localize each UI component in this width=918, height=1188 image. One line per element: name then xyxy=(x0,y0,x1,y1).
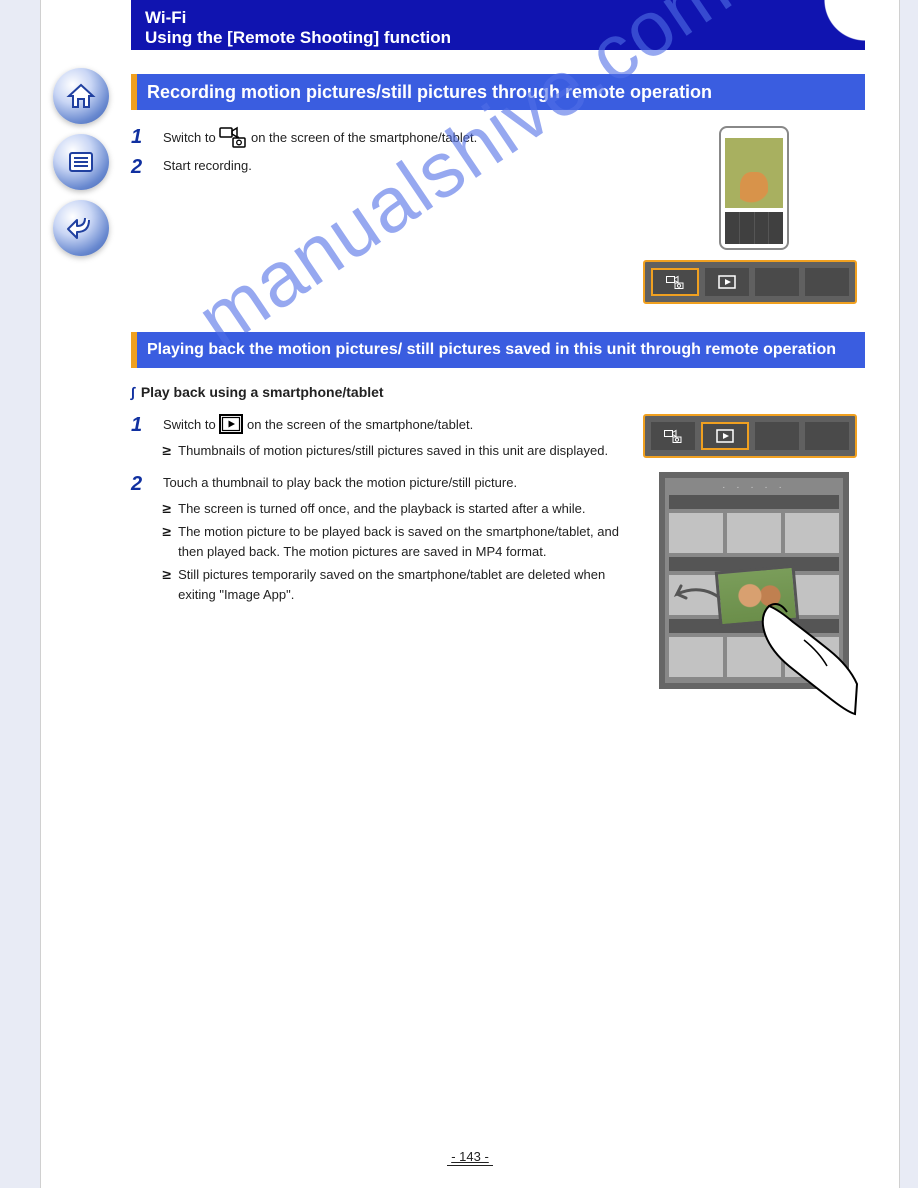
tab-blank-1[interactable] xyxy=(755,422,799,450)
step-text: Start recording. xyxy=(163,156,625,177)
camera-rec-icon xyxy=(219,126,247,148)
diamond-icon: ∫ xyxy=(131,384,135,400)
home-button[interactable] xyxy=(53,68,109,124)
step-number: 2 xyxy=(131,156,153,177)
tab-playback[interactable] xyxy=(705,268,749,296)
playback-subheading: ∫ Play back using a smartphone/tablet xyxy=(131,384,901,400)
bullet-item: Still pictures temporarily saved on the … xyxy=(163,565,625,604)
tab-record[interactable] xyxy=(651,422,695,450)
step-text: Switch to xyxy=(163,417,219,432)
step-text: on the screen of the smartphone/tablet. xyxy=(251,130,477,145)
section-header-recording: Recording motion pictures/still pictures… xyxy=(131,74,865,110)
camera-rec-icon xyxy=(666,275,684,289)
chapter-label: Wi-Fi xyxy=(145,8,851,28)
section-header-playback: Playing back the motion pictures/ still … xyxy=(131,332,865,368)
tab-blank-1[interactable] xyxy=(755,268,799,296)
step-number: 1 xyxy=(131,414,153,465)
bullet-item: The motion picture to be played back is … xyxy=(163,522,625,561)
tab-blank-2[interactable] xyxy=(805,422,849,450)
home-icon xyxy=(65,80,97,112)
subhead-text: Play back using a smartphone/tablet xyxy=(141,384,384,400)
chapter-header: Wi-Fi Using the [Remote Shooting] functi… xyxy=(131,0,865,50)
phone-mock xyxy=(719,126,789,250)
step-text: Touch a thumbnail to play back the motio… xyxy=(163,473,625,493)
gallery-illustration: · · · · · xyxy=(659,472,849,689)
back-button[interactable] xyxy=(53,200,109,256)
tab-bar-recording xyxy=(643,260,857,304)
camera-rec-icon xyxy=(664,429,682,443)
play-icon xyxy=(718,275,736,289)
tab-blank-2[interactable] xyxy=(805,268,849,296)
bullet-item: Thumbnails of motion pictures/still pict… xyxy=(163,441,625,461)
bullet-item: The screen is turned off once, and the p… xyxy=(163,499,625,519)
step-text: Switch to xyxy=(163,130,219,145)
recording-block: 1 Switch to on the scr xyxy=(131,126,865,304)
playback-block: 1 Switch to on the screen of the smartph… xyxy=(131,414,865,689)
tab-bar-playback xyxy=(643,414,857,458)
hand-icon xyxy=(749,596,859,716)
step-number: 2 xyxy=(131,473,153,609)
playback-step-1: 1 Switch to on the screen of the smartph… xyxy=(131,414,625,465)
recording-step-2: 2 Start recording. xyxy=(131,156,625,177)
play-icon xyxy=(716,429,734,443)
page-number: - 143 - xyxy=(41,1149,899,1164)
back-arrow-icon xyxy=(65,212,97,244)
tab-record[interactable] xyxy=(651,268,699,296)
chapter-title: Using the [Remote Shooting] function xyxy=(145,28,851,48)
playback-step-2: 2 Touch a thumbnail to play back the mot… xyxy=(131,473,625,609)
manual-page: Wi-Fi Using the [Remote Shooting] functi… xyxy=(40,0,900,1188)
recording-illustration xyxy=(643,126,865,304)
content-column: Wi-Fi Using the [Remote Shooting] functi… xyxy=(131,0,901,1188)
contents-button[interactable] xyxy=(53,134,109,190)
step-text: on the screen of the smartphone/tablet. xyxy=(247,417,473,432)
recording-step-1: 1 Switch to on the scr xyxy=(131,126,625,148)
list-icon xyxy=(65,146,97,178)
tab-playback[interactable] xyxy=(701,422,749,450)
step-number: 1 xyxy=(131,126,153,148)
play-box-icon xyxy=(219,414,243,434)
playback-illustration: · · · · · xyxy=(643,414,865,689)
